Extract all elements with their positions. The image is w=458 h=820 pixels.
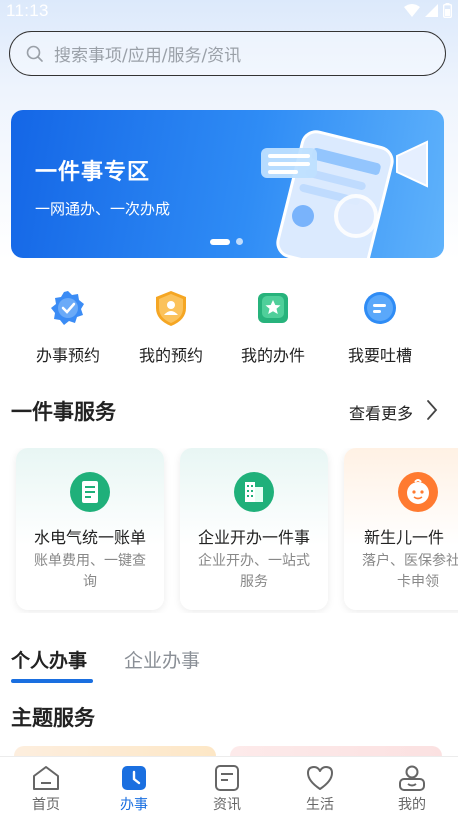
bottom-nav: 首页 办事 资讯 生活 我的 (0, 756, 458, 820)
card-title: 水电气统一账单 (33, 528, 146, 547)
heart-icon (307, 766, 333, 790)
theme-section-title: 主题服务 (11, 706, 95, 730)
banner-subtitle: 一网通办、一次办成 (35, 200, 171, 218)
quick-label: 我的预约 (138, 346, 203, 365)
tab-personal[interactable]: 个人办事 (11, 646, 87, 673)
quick-label: 办事预约 (35, 346, 100, 365)
nav-label: 我的 (398, 797, 426, 813)
nav-label: 办事 (120, 797, 148, 813)
quick-label: 我的办件 (240, 346, 305, 365)
pagination-dot (236, 238, 243, 245)
search-placeholder: 搜索事项/应用/服务/资讯 (54, 46, 242, 66)
chevron-right-icon[interactable] (425, 399, 439, 421)
pagination-dot-active (210, 238, 230, 245)
home-icon (33, 766, 59, 790)
nav-me[interactable]: 我的 (366, 757, 458, 820)
quick-actions: 办事预约 我的预约 我的办件 我要吐槽 (0, 288, 458, 368)
quick-item-my-cases[interactable]: 我的办件 (218, 288, 328, 366)
service-card-utility-bill[interactable]: 水电气统一账单 账单费用、一键查询 (16, 448, 164, 610)
search-icon (26, 45, 43, 62)
banner-one-thing-zone[interactable]: 一件事专区 一网通办、一次办成 (11, 110, 444, 258)
banner-title: 一件事专区 (35, 160, 151, 185)
card-title: 新生儿一件 (364, 528, 445, 547)
card-title: 企业开办一件事 (197, 528, 310, 547)
nav-label: 首页 (32, 797, 60, 813)
user-shield-icon (156, 291, 186, 326)
chat-bubble-icon (364, 292, 396, 324)
clock-icon (122, 766, 146, 790)
tab-company[interactable]: 企业办事 (124, 646, 200, 673)
baby-icon (398, 472, 438, 512)
wifi-icon (404, 4, 420, 17)
phone-illustration-icon (261, 130, 428, 258)
nav-life[interactable]: 生活 (274, 757, 366, 820)
service-card-newborn[interactable]: 新生儿一件 落户、医保参社保卡申领 (344, 448, 458, 610)
building-icon (234, 472, 274, 512)
nav-home[interactable]: 首页 (0, 757, 92, 820)
quick-item-appointment[interactable]: 办事预约 (13, 288, 123, 366)
card-desc: 企业开办、一站式服务 (198, 553, 310, 590)
calendar-check-icon (51, 291, 84, 325)
nav-services[interactable]: 办事 (88, 757, 180, 820)
tab-active-indicator (11, 679, 93, 683)
service-card-business-setup[interactable]: 企业开办一件事 企业开办、一站式服务 (180, 448, 328, 610)
nav-news[interactable]: 资讯 (181, 757, 273, 820)
star-card-icon (258, 293, 288, 323)
status-bar: 11:13 (0, 0, 458, 22)
search-input[interactable]: 搜索事项/应用/服务/资讯 (9, 31, 446, 76)
battery-icon (443, 3, 452, 18)
status-time: 11:13 (6, 1, 49, 20)
card-desc: 账单费用、一键查询 (34, 553, 146, 590)
bill-icon (70, 472, 110, 512)
quick-item-feedback[interactable]: 我要吐槽 (325, 288, 435, 366)
card-desc: 落户、医保参社保卡申领 (362, 553, 458, 590)
news-icon (215, 765, 239, 791)
nav-label: 生活 (306, 797, 334, 813)
view-more-link[interactable]: 查看更多 (349, 400, 413, 424)
nav-label: 资讯 (213, 797, 241, 813)
service-cards: 水电气统一账单 账单费用、一键查询 企业开办一件事 企业开办、一站式服务 新生儿… (0, 448, 458, 613)
signal-icon (425, 4, 438, 17)
services-section-title: 一件事服务 (11, 400, 116, 424)
user-icon (399, 765, 425, 791)
quick-label: 我要吐槽 (347, 346, 412, 365)
quick-item-my-appointment[interactable]: 我的预约 (116, 288, 226, 366)
banner-pagination (210, 238, 243, 245)
